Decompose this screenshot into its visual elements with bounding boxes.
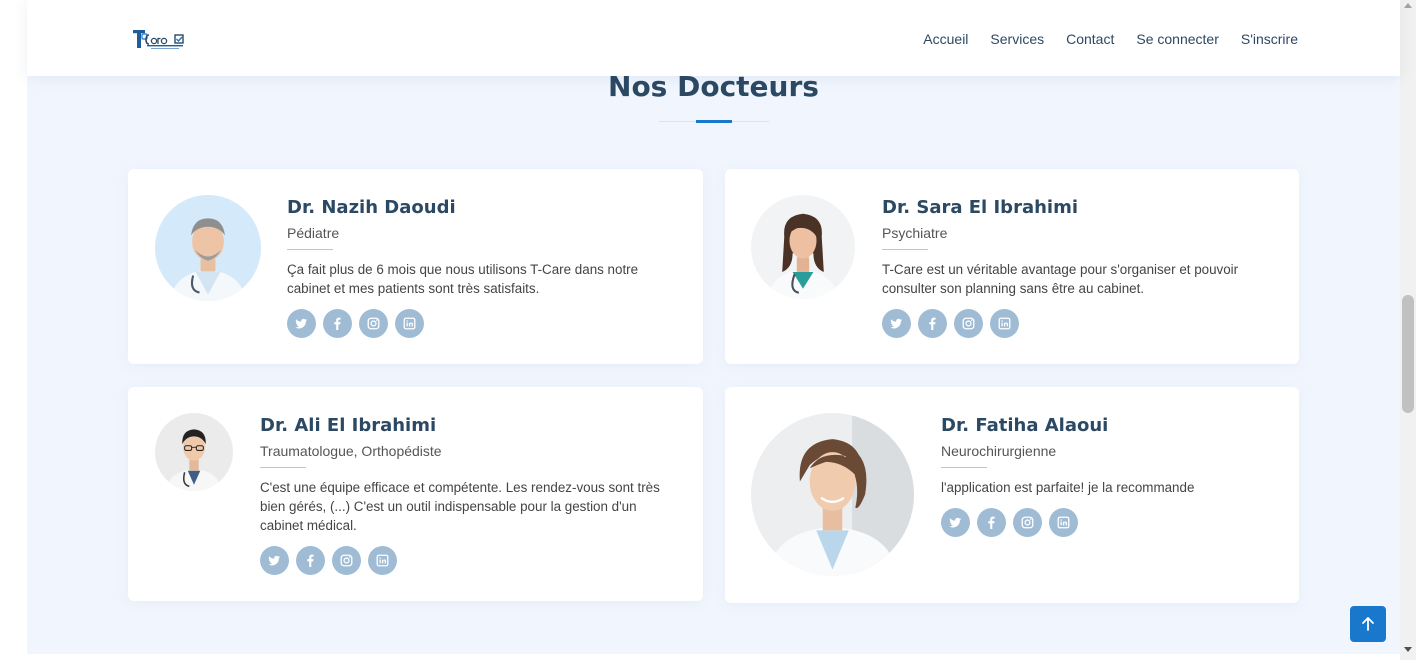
facebook-icon[interactable]	[323, 309, 352, 338]
social-links	[941, 508, 1271, 537]
doctor-specialty: Psychiatre	[882, 225, 948, 241]
doctor-card: Dr. Nazih Daoudi Pédiatre Ça fait plus d…	[128, 169, 703, 364]
twitter-icon[interactable]	[260, 546, 289, 575]
doctor-testimonial: C'est une équipe efficace et compétente.…	[260, 480, 660, 533]
linkedin-icon[interactable]	[990, 309, 1019, 338]
nav-se-connecter[interactable]: Se connecter	[1136, 31, 1219, 47]
doctor-testimonial: T-Care est un véritable avantage pour s'…	[882, 262, 1239, 296]
scroll-thumb[interactable]	[1402, 295, 1414, 413]
facebook-icon[interactable]	[918, 309, 947, 338]
doctor-card: Dr. Fatiha Alaoui Neurochirurgienne l'ap…	[725, 387, 1299, 603]
doctor-divider	[882, 249, 928, 250]
doctor-name: Dr. Sara El Ibrahimi	[882, 197, 1079, 218]
back-to-top-button[interactable]	[1350, 606, 1386, 642]
instagram-icon[interactable]	[1013, 508, 1042, 537]
doctor-photo	[751, 195, 855, 299]
doctor-photo	[751, 413, 914, 576]
title-divider-accent	[696, 120, 732, 123]
doctor-specialty: Neurochirurgienne	[941, 443, 1057, 459]
linkedin-icon[interactable]	[368, 546, 397, 575]
doctor-name: Dr. Fatiha Alaoui	[941, 415, 1109, 436]
doctor-card: Dr. Sara El Ibrahimi Psychiatre T-Care e…	[725, 169, 1299, 364]
instagram-icon[interactable]	[954, 309, 983, 338]
doctor-info: Dr. Fatiha Alaoui Neurochirurgienne l'ap…	[941, 415, 1271, 537]
scroll-up-arrow[interactable]	[1404, 3, 1412, 8]
instagram-icon[interactable]	[359, 309, 388, 338]
facebook-icon[interactable]	[977, 508, 1006, 537]
twitter-icon[interactable]	[941, 508, 970, 537]
arrow-up-icon	[1362, 617, 1374, 631]
social-links	[287, 309, 677, 338]
page: Accueil Services Contact Se connecter S'…	[0, 0, 1416, 660]
bottom-gutter	[0, 654, 1400, 660]
doctor-divider	[260, 467, 306, 468]
nav-services[interactable]: Services	[990, 31, 1044, 47]
linkedin-icon[interactable]	[395, 309, 424, 338]
main-nav: Accueil Services Contact Se connecter S'…	[923, 31, 1298, 47]
tcare-logo[interactable]	[133, 30, 189, 52]
left-gutter	[0, 0, 27, 660]
social-links	[260, 546, 670, 575]
doctor-testimonial: Ça fait plus de 6 mois que nous utilison…	[287, 262, 639, 296]
doctor-info: Dr. Nazih Daoudi Pédiatre Ça fait plus d…	[287, 197, 677, 338]
facebook-icon[interactable]	[296, 546, 325, 575]
vertical-scrollbar[interactable]	[1400, 0, 1416, 660]
doctor-name: Dr. Ali El Ibrahimi	[260, 415, 437, 436]
instagram-icon[interactable]	[332, 546, 361, 575]
doctor-info: Dr. Ali El Ibrahimi Traumatologue, Ortho…	[260, 415, 670, 575]
social-links	[882, 309, 1272, 338]
nav-accueil[interactable]: Accueil	[923, 31, 968, 47]
doctor-specialty: Pédiatre	[287, 225, 340, 241]
doctor-divider	[941, 467, 987, 468]
doctor-info: Dr. Sara El Ibrahimi Psychiatre T-Care e…	[882, 197, 1272, 338]
doctor-specialty: Traumatologue, Orthopédiste	[260, 443, 442, 459]
scroll-down-arrow[interactable]	[1404, 647, 1412, 652]
site-header: Accueil Services Contact Se connecter S'…	[27, 0, 1400, 76]
doctor-photo	[155, 413, 233, 491]
doctor-photo	[155, 195, 261, 301]
nav-sinscrire[interactable]: S'inscrire	[1241, 31, 1298, 47]
linkedin-icon[interactable]	[1049, 508, 1078, 537]
doctor-card: Dr. Ali El Ibrahimi Traumatologue, Ortho…	[128, 387, 703, 601]
doctor-testimonial: l'application est parfaite! je la recomm…	[941, 480, 1195, 495]
doctor-divider	[287, 249, 333, 250]
twitter-icon[interactable]	[882, 309, 911, 338]
nav-contact[interactable]: Contact	[1066, 31, 1114, 47]
twitter-icon[interactable]	[287, 309, 316, 338]
doctor-name: Dr. Nazih Daoudi	[287, 197, 456, 218]
